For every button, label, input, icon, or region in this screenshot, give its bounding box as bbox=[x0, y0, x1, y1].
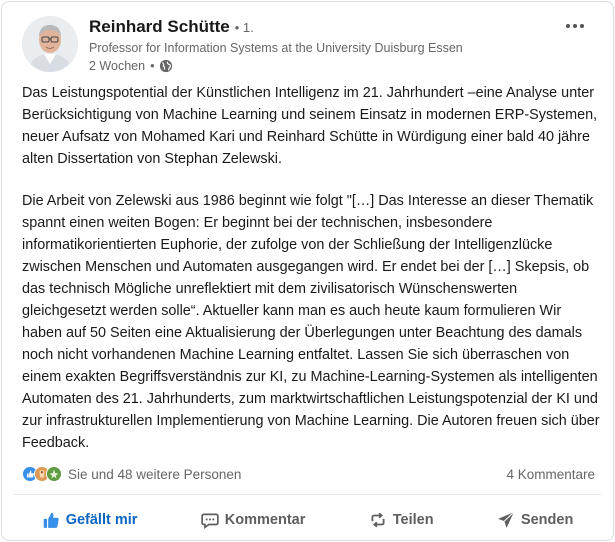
repost-icon bbox=[371, 512, 385, 528]
post-actions: Gefällt mir Kommentar Teilen Senden bbox=[10, 502, 605, 538]
profile-photo bbox=[22, 16, 78, 72]
separator: • bbox=[150, 59, 155, 73]
like-button[interactable]: Gefällt mir bbox=[32, 505, 148, 535]
feed-post: Reinhard Schütte • 1. Professor for Info… bbox=[1, 1, 614, 541]
name-row: Reinhard Schütte • 1. bbox=[89, 17, 463, 39]
post-time-row: 2 Wochen • bbox=[89, 57, 463, 75]
post-time: 2 Wochen bbox=[89, 59, 146, 73]
reactions-count[interactable]: Sie und 48 weitere Personen bbox=[68, 467, 241, 482]
send-label: Senden bbox=[520, 512, 574, 528]
post-paragraph: Das Leistungspotential der Künstlichen I… bbox=[22, 85, 598, 167]
repost-label: Teilen bbox=[392, 512, 434, 528]
send-button[interactable]: Senden bbox=[487, 505, 583, 535]
reactions-summary[interactable]: Sie und 48 weitere Personen bbox=[22, 466, 241, 482]
author-headline: Professor for Information Systems at the… bbox=[89, 41, 463, 55]
author-name[interactable]: Reinhard Schütte bbox=[89, 17, 230, 37]
post-header: Reinhard Schütte • 1. Professor for Info… bbox=[22, 16, 597, 76]
insightful-reaction-icon bbox=[46, 466, 62, 482]
author-meta: Reinhard Schütte • 1. Professor for Info… bbox=[89, 17, 463, 76]
connection-degree: • 1. bbox=[234, 20, 254, 35]
comments-count[interactable]: 4 Kommentare bbox=[506, 467, 595, 482]
post-body: Das Leistungspotential der Künstlichen I… bbox=[22, 82, 602, 454]
thumbs-up-icon bbox=[43, 512, 59, 528]
send-icon bbox=[498, 511, 515, 528]
like-label: Gefällt mir bbox=[65, 512, 138, 528]
more-options-icon[interactable] bbox=[561, 16, 589, 36]
comment-label: Kommentar bbox=[224, 512, 306, 528]
comment-icon bbox=[201, 513, 219, 529]
divider bbox=[14, 494, 601, 495]
social-counts: Sie und 48 weitere Personen 4 Kommentare bbox=[22, 463, 595, 485]
repost-button[interactable]: Teilen bbox=[359, 505, 444, 535]
globe-icon bbox=[159, 59, 173, 73]
avatar[interactable] bbox=[22, 16, 78, 72]
comment-button[interactable]: Kommentar bbox=[191, 505, 316, 535]
post-paragraph: Die Arbeit von Zelewski aus 1986 beginnt… bbox=[22, 193, 600, 451]
